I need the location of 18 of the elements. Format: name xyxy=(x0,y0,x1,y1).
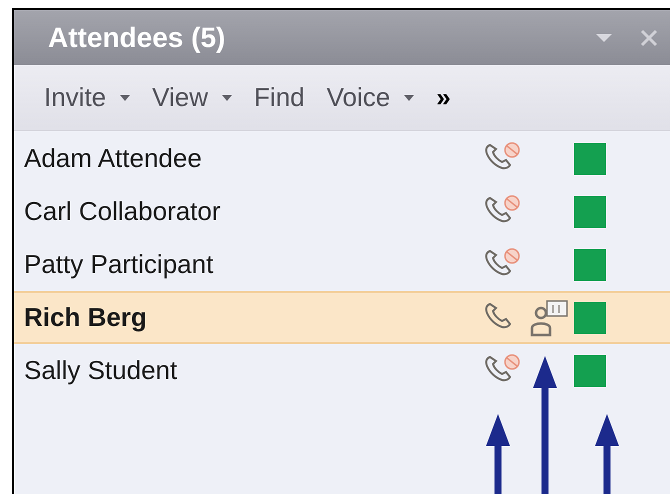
panel-title: Attendees (5) xyxy=(48,20,226,55)
toolbar-menu[interactable]: View xyxy=(152,78,232,117)
attendee-row[interactable]: Sally Student xyxy=(14,344,670,397)
attendee-row[interactable]: Adam Attendee xyxy=(14,132,670,185)
toolbar-menu[interactable]: Invite xyxy=(44,78,130,117)
attendee-name: Sally Student xyxy=(24,354,178,387)
attendee-row[interactable]: Patty Participant xyxy=(14,238,670,291)
close-icon[interactable] xyxy=(640,28,658,46)
attendee-name: Carl Collaborator xyxy=(24,195,222,228)
toolbar-overflow[interactable]: » xyxy=(436,78,451,117)
dropdown-icon[interactable] xyxy=(596,34,612,42)
attendee-name: Rich Berg xyxy=(24,301,148,334)
attendee-row[interactable]: Carl Collaborator xyxy=(14,185,670,238)
attendee-name: Patty Participant xyxy=(24,248,214,281)
attendee-name: Adam Attendee xyxy=(24,142,203,175)
attendee-row[interactable]: Rich Berg xyxy=(14,291,670,344)
toolbar-menu[interactable]: Voice xyxy=(326,78,414,117)
toolbar-menu[interactable]: Find xyxy=(254,78,305,117)
